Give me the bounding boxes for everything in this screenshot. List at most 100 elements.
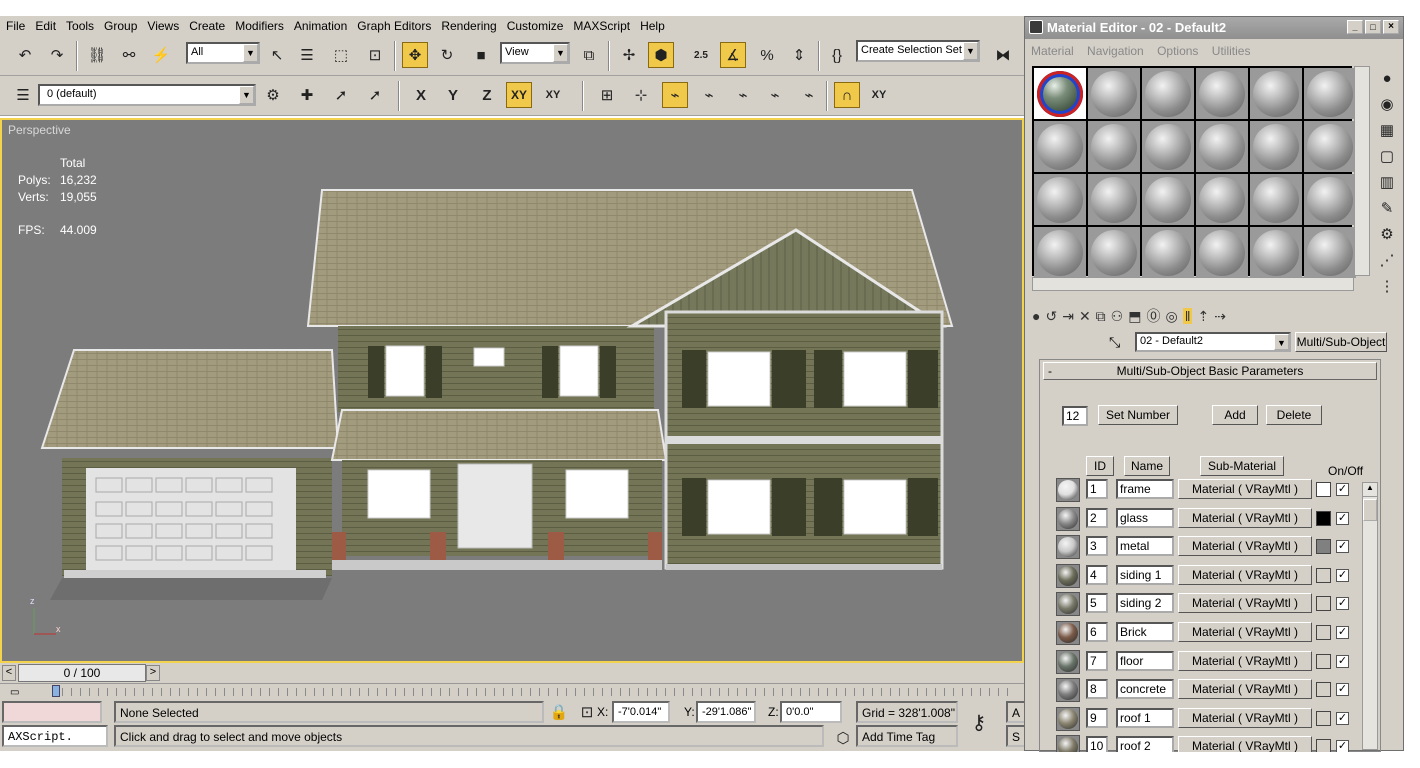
sort-name-button[interactable]: Name bbox=[1124, 456, 1170, 476]
sample-slot[interactable] bbox=[1142, 68, 1194, 119]
submaterial-button[interactable]: Material ( VRayMtl ) bbox=[1178, 736, 1312, 752]
menu-customize[interactable]: Customize bbox=[507, 19, 564, 33]
snap-icon[interactable]: 2.5 bbox=[688, 42, 714, 68]
mirror-icon[interactable]: ⧓ bbox=[990, 42, 1016, 68]
create-layer-icon[interactable]: ⚙ bbox=[260, 82, 286, 108]
submaterial-button[interactable]: Material ( VRayMtl ) bbox=[1178, 679, 1312, 700]
sample-slot-selected[interactable] bbox=[1034, 68, 1086, 119]
submaterial-id-field[interactable]: 8 bbox=[1086, 679, 1108, 700]
submaterial-id-field[interactable]: 1 bbox=[1086, 479, 1108, 499]
select-scale-icon[interactable]: ■ bbox=[468, 42, 494, 68]
sample-slot[interactable] bbox=[1196, 68, 1248, 119]
submaterial-color-swatch[interactable] bbox=[1316, 567, 1331, 583]
go-forward-to-sibling-icon[interactable]: ⇢ bbox=[1214, 308, 1226, 325]
lock-selection-icon[interactable]: 🔒 bbox=[546, 699, 572, 725]
submaterial-on-checkbox[interactable]: ✓ bbox=[1336, 511, 1349, 525]
select-by-material-icon[interactable]: ⋰ bbox=[1374, 248, 1400, 274]
material-swatch[interactable] bbox=[1056, 649, 1080, 674]
sort-id-button[interactable]: ID bbox=[1086, 456, 1114, 476]
submaterial-color-swatch[interactable] bbox=[1316, 653, 1331, 669]
time-prev-button[interactable]: < bbox=[2, 665, 16, 681]
submaterial-id-field[interactable]: 9 bbox=[1086, 707, 1108, 728]
submaterial-button[interactable]: Material ( VRayMtl ) bbox=[1178, 593, 1312, 614]
snap-edge-icon[interactable]: ⌁ bbox=[730, 82, 756, 108]
axis-xy-cycle-button[interactable]: XY bbox=[540, 82, 566, 108]
put-to-scene-icon[interactable]: ↺ bbox=[1045, 308, 1057, 325]
axis-xy-button[interactable]: XY bbox=[506, 82, 532, 108]
snap-pivot-icon[interactable]: ⊹ bbox=[628, 82, 654, 108]
ref-coord-dropdown[interactable]: View ▼ bbox=[500, 42, 570, 64]
set-key-cutoff[interactable]: S bbox=[1006, 725, 1026, 747]
make-unique-icon[interactable]: ⚇ bbox=[1111, 308, 1124, 325]
material-swatch[interactable] bbox=[1056, 706, 1080, 731]
sample-slot[interactable] bbox=[1088, 174, 1140, 225]
sort-submaterial-button[interactable]: Sub-Material bbox=[1200, 456, 1284, 476]
layer-manager-icon[interactable]: ☰ bbox=[10, 82, 36, 108]
material-name-field[interactable]: 02 - Default2 ▼ bbox=[1135, 332, 1291, 352]
me-menu-options[interactable]: Options bbox=[1157, 44, 1198, 58]
submaterial-name-field[interactable]: Brick bbox=[1116, 622, 1174, 642]
add-time-tag-button[interactable]: Add Time Tag bbox=[856, 725, 958, 747]
rect-region-icon[interactable]: ⬚ bbox=[328, 42, 354, 68]
menu-edit[interactable]: Edit bbox=[35, 19, 56, 33]
video-color-check-icon[interactable]: ▥ bbox=[1374, 170, 1400, 196]
show-end-result-icon[interactable]: ‖ bbox=[1182, 308, 1193, 324]
submaterial-on-checkbox[interactable]: ✓ bbox=[1336, 683, 1349, 697]
submaterial-color-swatch[interactable] bbox=[1316, 710, 1331, 726]
get-material-icon[interactable]: ● bbox=[1032, 308, 1040, 324]
snap-toggle-icon[interactable]: ∩ bbox=[834, 82, 860, 108]
me-menu-navigation[interactable]: Navigation bbox=[1087, 44, 1144, 58]
options-icon[interactable]: ⚙ bbox=[1374, 222, 1400, 248]
submaterial-id-field[interactable]: 4 bbox=[1086, 564, 1108, 585]
layer-dropdown[interactable]: 0 (default) ▼ bbox=[38, 84, 256, 106]
angle-snap-icon[interactable]: ∡ bbox=[720, 42, 746, 68]
submaterial-name-field[interactable]: frame bbox=[1116, 479, 1174, 499]
slots-horizontal-scrollbar[interactable] bbox=[1032, 277, 1354, 291]
submaterial-button[interactable]: Material ( VRayMtl ) bbox=[1178, 479, 1312, 499]
menu-views[interactable]: Views bbox=[147, 19, 179, 33]
named-selection-dropdown[interactable]: Create Selection Set ▼ bbox=[856, 40, 980, 62]
track-bar-key[interactable] bbox=[52, 685, 60, 697]
reset-map-icon[interactable]: ✕ bbox=[1079, 308, 1091, 325]
submaterial-on-checkbox[interactable]: ✓ bbox=[1336, 568, 1349, 582]
submaterial-color-swatch[interactable] bbox=[1316, 539, 1331, 555]
submaterial-id-field[interactable]: 7 bbox=[1086, 650, 1108, 671]
window-crossing-icon[interactable]: ⊡ bbox=[362, 42, 388, 68]
auto-key-cutoff[interactable]: A bbox=[1006, 701, 1026, 723]
slots-vertical-scrollbar[interactable] bbox=[1354, 66, 1370, 276]
sample-slot[interactable] bbox=[1034, 174, 1086, 225]
select-icon[interactable]: ↖ bbox=[264, 42, 290, 68]
backlight-icon[interactable]: ◉ bbox=[1374, 92, 1400, 118]
submaterial-id-field[interactable]: 2 bbox=[1086, 507, 1108, 528]
sample-slot[interactable] bbox=[1088, 68, 1140, 119]
snap-face-icon[interactable]: ⌁ bbox=[762, 82, 788, 108]
material-swatch[interactable] bbox=[1056, 535, 1080, 560]
submaterial-id-field[interactable]: 3 bbox=[1086, 536, 1108, 557]
assign-to-selection-icon[interactable]: ⇥ bbox=[1062, 308, 1074, 325]
sample-slot[interactable] bbox=[1304, 227, 1356, 278]
axis-x-button[interactable]: X bbox=[408, 82, 434, 108]
select-rotate-icon[interactable]: ↻ bbox=[434, 42, 460, 68]
undo-icon[interactable]: ↶ bbox=[12, 42, 38, 68]
manipulate-icon[interactable]: ✢ bbox=[616, 42, 642, 68]
submaterial-button[interactable]: Material ( VRayMtl ) bbox=[1178, 650, 1312, 671]
submaterial-id-field[interactable]: 6 bbox=[1086, 622, 1108, 642]
material-navigator-icon[interactable]: ⋮ bbox=[1374, 274, 1400, 300]
menu-graph-editors[interactable]: Graph Editors bbox=[357, 19, 431, 33]
submaterial-name-field[interactable]: siding 2 bbox=[1116, 593, 1174, 614]
sample-slot[interactable] bbox=[1034, 227, 1086, 278]
material-swatch[interactable] bbox=[1056, 678, 1080, 703]
submaterial-button[interactable]: Material ( VRayMtl ) bbox=[1178, 564, 1312, 585]
sample-slot[interactable] bbox=[1304, 68, 1356, 119]
sample-slot[interactable] bbox=[1250, 121, 1302, 172]
submaterial-name-field[interactable]: glass bbox=[1116, 507, 1174, 528]
me-menu-material[interactable]: Material bbox=[1031, 44, 1074, 58]
material-count-field[interactable]: 12 bbox=[1062, 406, 1088, 426]
submaterial-id-field[interactable]: 10 bbox=[1086, 736, 1108, 752]
sample-type-icon[interactable]: ● bbox=[1374, 66, 1400, 92]
submaterial-color-swatch[interactable] bbox=[1316, 596, 1331, 612]
submaterial-scrollbar[interactable]: ▲ bbox=[1362, 482, 1378, 750]
me-menu-utilities[interactable]: Utilities bbox=[1212, 44, 1251, 58]
material-swatch[interactable] bbox=[1056, 592, 1080, 617]
submaterial-name-field[interactable]: metal bbox=[1116, 536, 1174, 557]
